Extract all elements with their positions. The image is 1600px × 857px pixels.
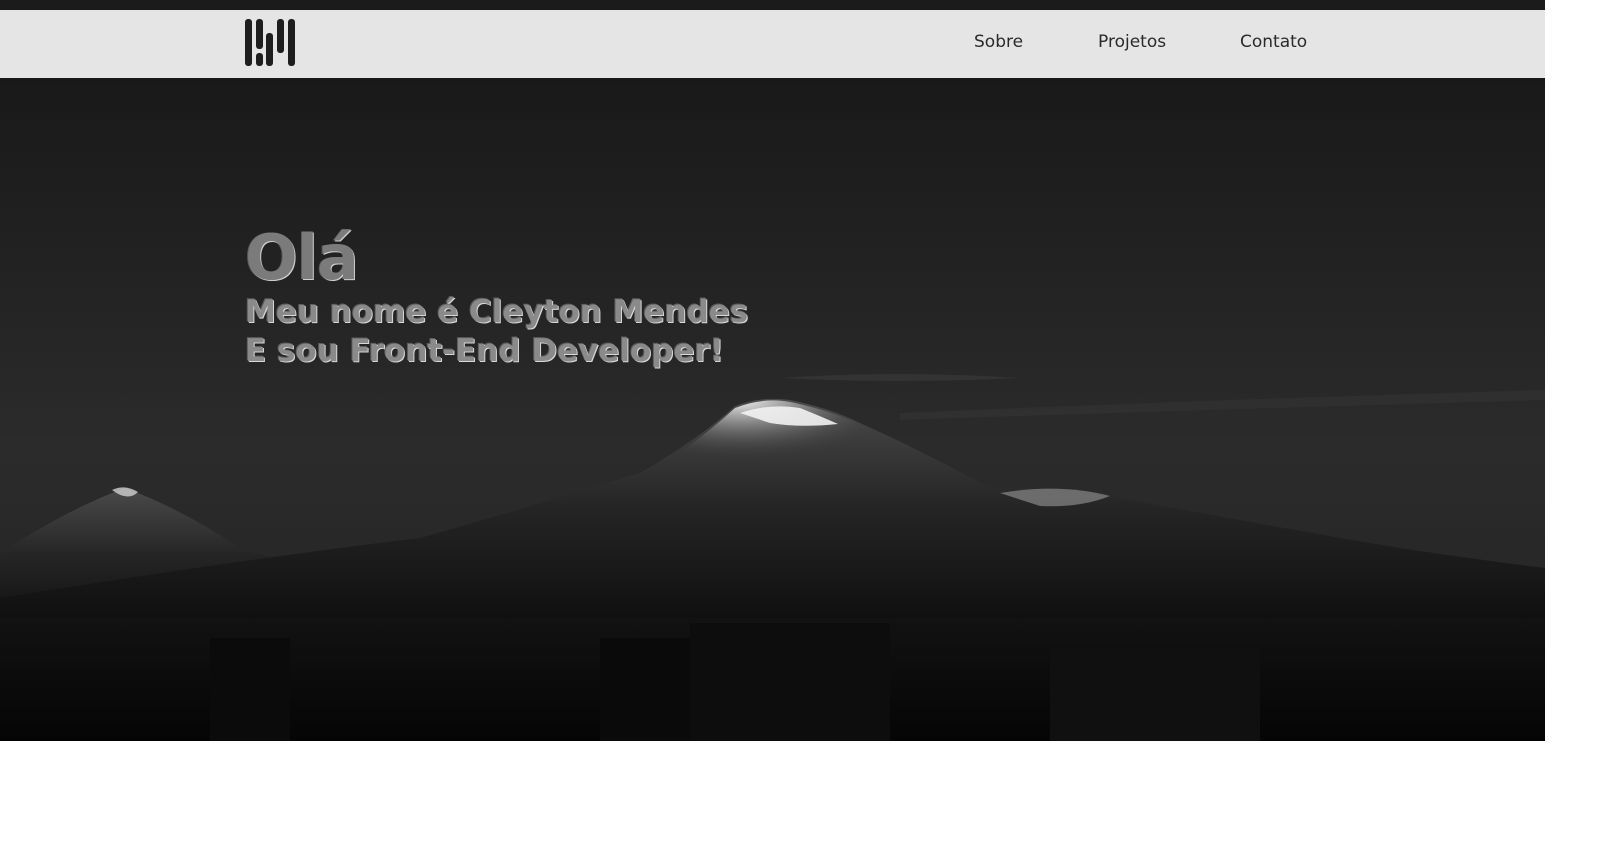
hero-name-line: Meu nome é Cleyton Mendes <box>245 294 749 330</box>
top-strip <box>0 0 1545 10</box>
navbar: Sobre Projetos Contato <box>0 10 1545 78</box>
hero-greeting: Olá <box>245 221 359 294</box>
mountain-landscape-image <box>0 78 1545 741</box>
brand-logo-icon[interactable] <box>245 19 295 66</box>
nav-link-sobre[interactable]: Sobre <box>974 32 1023 52</box>
nav-link-contato[interactable]: Contato <box>1240 32 1307 52</box>
hero-text: Olá Meu nome é Cleyton Mendes E sou Fron… <box>245 223 748 371</box>
hero-section: Olá Meu nome é Cleyton Mendes E sou Fron… <box>0 78 1545 741</box>
hero-role-line: E sou Front-End Developer! <box>245 333 724 369</box>
nav-link-projetos[interactable]: Projetos <box>1098 32 1166 52</box>
